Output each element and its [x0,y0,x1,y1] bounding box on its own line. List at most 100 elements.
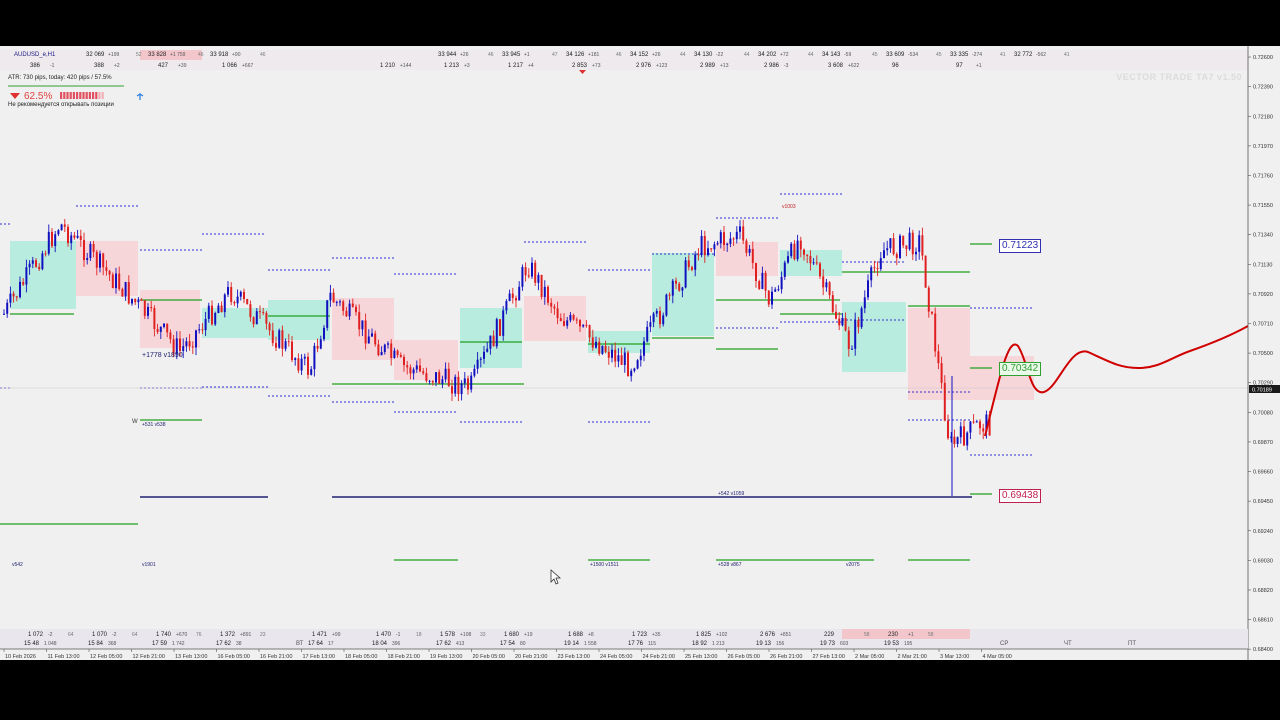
current-price-label: 0.70189 [1252,388,1272,394]
candle-body [627,352,629,377]
candle-body [620,355,623,365]
candle-body [931,311,933,314]
candle-body [54,234,57,247]
top-stat-delta: +4 [528,63,534,69]
candle-body [403,356,405,366]
candle-body [767,290,770,305]
candle-body [531,262,533,277]
top-stat-delta: -59 [844,52,851,58]
bottom-stat-delta: 38 [236,641,242,647]
candle-body [847,330,850,350]
bottom-stat-value: 1 723 [632,632,648,638]
candle-body [806,254,809,257]
candle-body [819,263,821,277]
time-tick-label: 20 Feb 21:00 [515,654,547,660]
candle-body [60,224,63,231]
candle-body [211,305,213,325]
bottom-stat-delta: 368 [108,641,117,647]
candle-body [41,253,44,270]
candle-body [515,298,517,301]
candle-body [425,373,428,382]
candle-body [140,299,143,301]
candle-body [803,249,805,255]
candle-body [118,273,121,290]
candle-body [6,302,9,314]
bottom-stat-delta: +99 [332,632,341,638]
candle-body [457,376,460,395]
candle-body [943,382,946,421]
top-stat-value: 34 130 [694,52,713,58]
top-stat-value: 33 335 [950,52,969,58]
volume-annotation: v1003 [782,204,796,210]
candle-body [799,240,802,250]
bottom-stat-count: 64 [132,632,138,638]
candle-body [681,287,684,291]
signal-bar-segment [76,92,79,99]
price-tick-label: 0.72390 [1253,85,1273,91]
top-stat-count: 52 [136,52,142,58]
top-stat-count: 41 [1064,52,1070,58]
candle-body [204,318,207,331]
candle-body [163,323,165,327]
candle-body [454,376,457,394]
bottom-stat-value: 1 372 [220,632,236,638]
candle-body [719,232,722,244]
price-chart[interactable]: +1778 v1890 W +531 v538 v1003 +542 v1059 v542… [0,46,1280,660]
candle-body [153,308,156,329]
candle-body [351,303,354,307]
candle-body [547,286,549,303]
candle-body [383,344,386,352]
candle-body [342,301,345,311]
candle-body [956,437,959,444]
top-stat-count: 46 [488,52,494,58]
candle-body [566,320,569,326]
bottom-stat-value: 18 04 [372,641,388,647]
candle-body [156,328,159,332]
candle-body [604,345,607,352]
bottom-stat-delta: +670 [176,632,187,638]
candle-body [521,267,524,287]
candle-body [758,281,761,289]
candle-body [492,335,495,347]
candle-body [787,256,789,263]
top-stat-value: 33 609 [886,52,905,58]
chart-window[interactable]: +1778 v1890 W +531 v538 v1003 +542 v1059 v542… [0,46,1280,660]
price-tick-label: 0.71760 [1253,173,1273,179]
candle-body [95,251,98,268]
time-tick-label: 11 Feb 13:00 [48,654,80,660]
candle-body [947,420,949,439]
volume-annotation: +528 v867 [718,562,742,568]
signal-bar-segment [66,92,69,99]
bottom-stats-highlight [842,629,970,639]
candle-body [524,267,527,276]
bottom-stat-delta: +851 [780,632,791,638]
signal-bar-segment [63,92,66,99]
candle-body [591,337,594,348]
time-tick-label: 17 Feb 13:00 [303,654,335,660]
volume-annotation: +542 v1059 [718,491,744,497]
candle-body [790,243,793,257]
candle-body [396,350,399,356]
signal-bar-segment [85,92,88,99]
candle-body [188,341,191,347]
top-stat-delta: +622 [848,63,859,69]
candle-body [316,345,319,349]
time-tick-label: 4 Mar 05:00 [983,654,1012,660]
candle-body [751,248,754,264]
time-tick-label: 2 Mar 05:00 [855,654,884,660]
candle-body [745,240,748,253]
candle-body [796,240,799,260]
top-stat-value: 96 [892,63,899,69]
candle-body [102,253,105,268]
candle-body [70,235,73,244]
candle-body [863,297,866,309]
candle-body [230,286,233,302]
candle-body [44,253,47,255]
volume-annotation: v542 [12,562,23,568]
candle-body [467,378,469,390]
time-tick-label: 23 Feb 13:00 [558,654,590,660]
candle-body [412,369,415,374]
bottom-stat-value: 17 62 [436,641,452,647]
bottom-stat-count: 64 [68,632,74,638]
time-tick-label: 24 Feb 05:00 [600,654,632,660]
